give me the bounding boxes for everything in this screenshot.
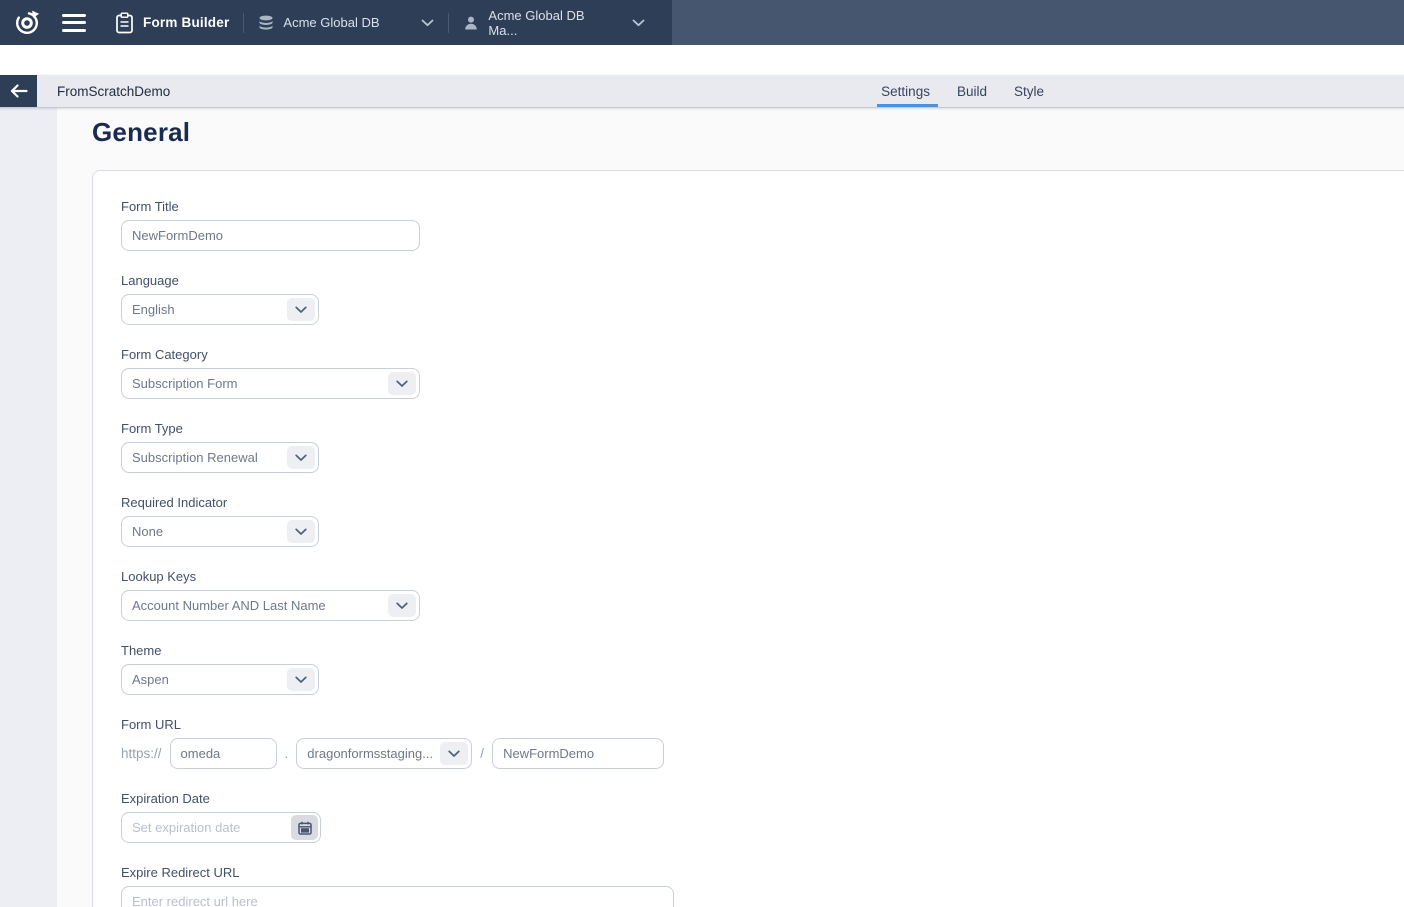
back-button[interactable]	[0, 75, 37, 107]
form-type-label: Form Type	[121, 421, 1404, 436]
required-indicator-select-value: None	[132, 524, 163, 539]
navbar-divider	[243, 13, 244, 33]
chevron-down-icon	[421, 19, 434, 27]
tab-settings[interactable]: Settings	[881, 75, 930, 107]
url-dot-separator: .	[285, 746, 289, 761]
expiration-date-label: Expiration Date	[121, 791, 1404, 806]
expire-redirect-url-input[interactable]	[121, 886, 674, 907]
theme-field: Theme Aspen	[121, 643, 1404, 695]
form-header-bar: FromScratchDemo Settings Build Style	[0, 75, 1404, 108]
language-label: Language	[121, 273, 1404, 288]
form-type-field: Form Type Subscription Renewal	[121, 421, 1404, 473]
chevron-down-icon	[440, 742, 468, 765]
navbar-divider	[448, 13, 449, 33]
lookup-keys-label: Lookup Keys	[121, 569, 1404, 584]
navbar-right-section	[672, 0, 1404, 45]
clipboard-icon	[115, 12, 134, 34]
form-builder-app: Form Builder Acme Global DB	[0, 0, 1404, 907]
lookup-keys-select-value: Account Number AND Last Name	[132, 598, 326, 613]
database-selector[interactable]: Acme Global DB	[258, 15, 434, 31]
database-selector-label: Acme Global DB	[283, 15, 411, 30]
page-title: General	[92, 117, 190, 148]
url-subdomain-input[interactable]	[170, 738, 277, 769]
chevron-down-icon	[287, 668, 315, 691]
account-selector[interactable]: Acme Global DB Ma...	[463, 8, 645, 38]
chevron-down-icon	[287, 520, 315, 543]
top-navbar: Form Builder Acme Global DB	[0, 0, 1404, 45]
url-slash-separator: /	[480, 746, 484, 761]
url-path-input[interactable]	[492, 738, 664, 769]
lookup-keys-field: Lookup Keys Account Number AND Last Name	[121, 569, 1404, 621]
language-select[interactable]: English	[121, 294, 319, 325]
chevron-down-icon	[388, 594, 416, 617]
tab-style[interactable]: Style	[1014, 75, 1044, 107]
form-category-label: Form Category	[121, 347, 1404, 362]
calendar-icon[interactable]	[291, 815, 318, 840]
form-title-field: Form Title	[121, 199, 1404, 251]
required-indicator-label: Required Indicator	[121, 495, 1404, 510]
chevron-down-icon	[388, 372, 416, 395]
form-type-select-value: Subscription Renewal	[132, 450, 258, 465]
arrow-left-icon	[10, 84, 28, 98]
language-select-value: English	[132, 302, 175, 317]
form-category-field: Form Category Subscription Form	[121, 347, 1404, 399]
theme-label: Theme	[121, 643, 1404, 658]
app-title: Form Builder	[143, 15, 229, 30]
hamburger-icon[interactable]	[62, 14, 86, 32]
expiration-date-wrap	[121, 812, 321, 843]
form-category-select-value: Subscription Form	[132, 376, 237, 391]
database-icon	[258, 15, 274, 31]
left-rail	[0, 108, 57, 907]
required-indicator-field: Required Indicator None	[121, 495, 1404, 547]
language-field: Language English	[121, 273, 1404, 325]
content-area: General Form Title Language English Form…	[0, 108, 1404, 907]
required-indicator-select[interactable]: None	[121, 516, 319, 547]
form-title-input[interactable]	[121, 220, 420, 251]
expire-redirect-url-label: Expire Redirect URL	[121, 865, 1404, 880]
form-url-row: https:// . dragonformsstaging.... /	[121, 738, 1404, 769]
theme-select[interactable]: Aspen	[121, 664, 319, 695]
chevron-down-icon	[632, 19, 645, 27]
lookup-keys-select[interactable]: Account Number AND Last Name	[121, 590, 420, 621]
general-settings-card: Form Title Language English Form Categor…	[92, 170, 1404, 907]
url-domain-select[interactable]: dragonformsstaging....	[296, 738, 472, 769]
chevron-down-icon	[287, 298, 315, 321]
navbar-left-section: Form Builder Acme Global DB	[0, 0, 672, 45]
expire-redirect-url-field: Expire Redirect URL	[121, 865, 1404, 907]
form-category-select[interactable]: Subscription Form	[121, 368, 420, 399]
form-url-label: Form URL	[121, 717, 1404, 732]
url-domain-select-value: dragonformsstaging....	[307, 746, 433, 761]
account-selector-label: Acme Global DB Ma...	[488, 8, 616, 38]
form-title-label: Form Title	[121, 199, 1404, 214]
form-type-select[interactable]: Subscription Renewal	[121, 442, 319, 473]
form-url-field: Form URL https:// . dragonformsstaging..…	[121, 717, 1404, 769]
theme-select-value: Aspen	[132, 672, 169, 687]
person-icon	[463, 15, 479, 31]
tab-bar: Settings Build Style	[881, 75, 1044, 107]
breadcrumb-form-name: FromScratchDemo	[57, 84, 170, 99]
url-protocol-text: https://	[121, 746, 162, 761]
omeda-logo-icon[interactable]	[13, 9, 41, 37]
chevron-down-icon	[287, 446, 315, 469]
expiration-date-field: Expiration Date	[121, 791, 1404, 843]
tab-build[interactable]: Build	[957, 75, 987, 107]
